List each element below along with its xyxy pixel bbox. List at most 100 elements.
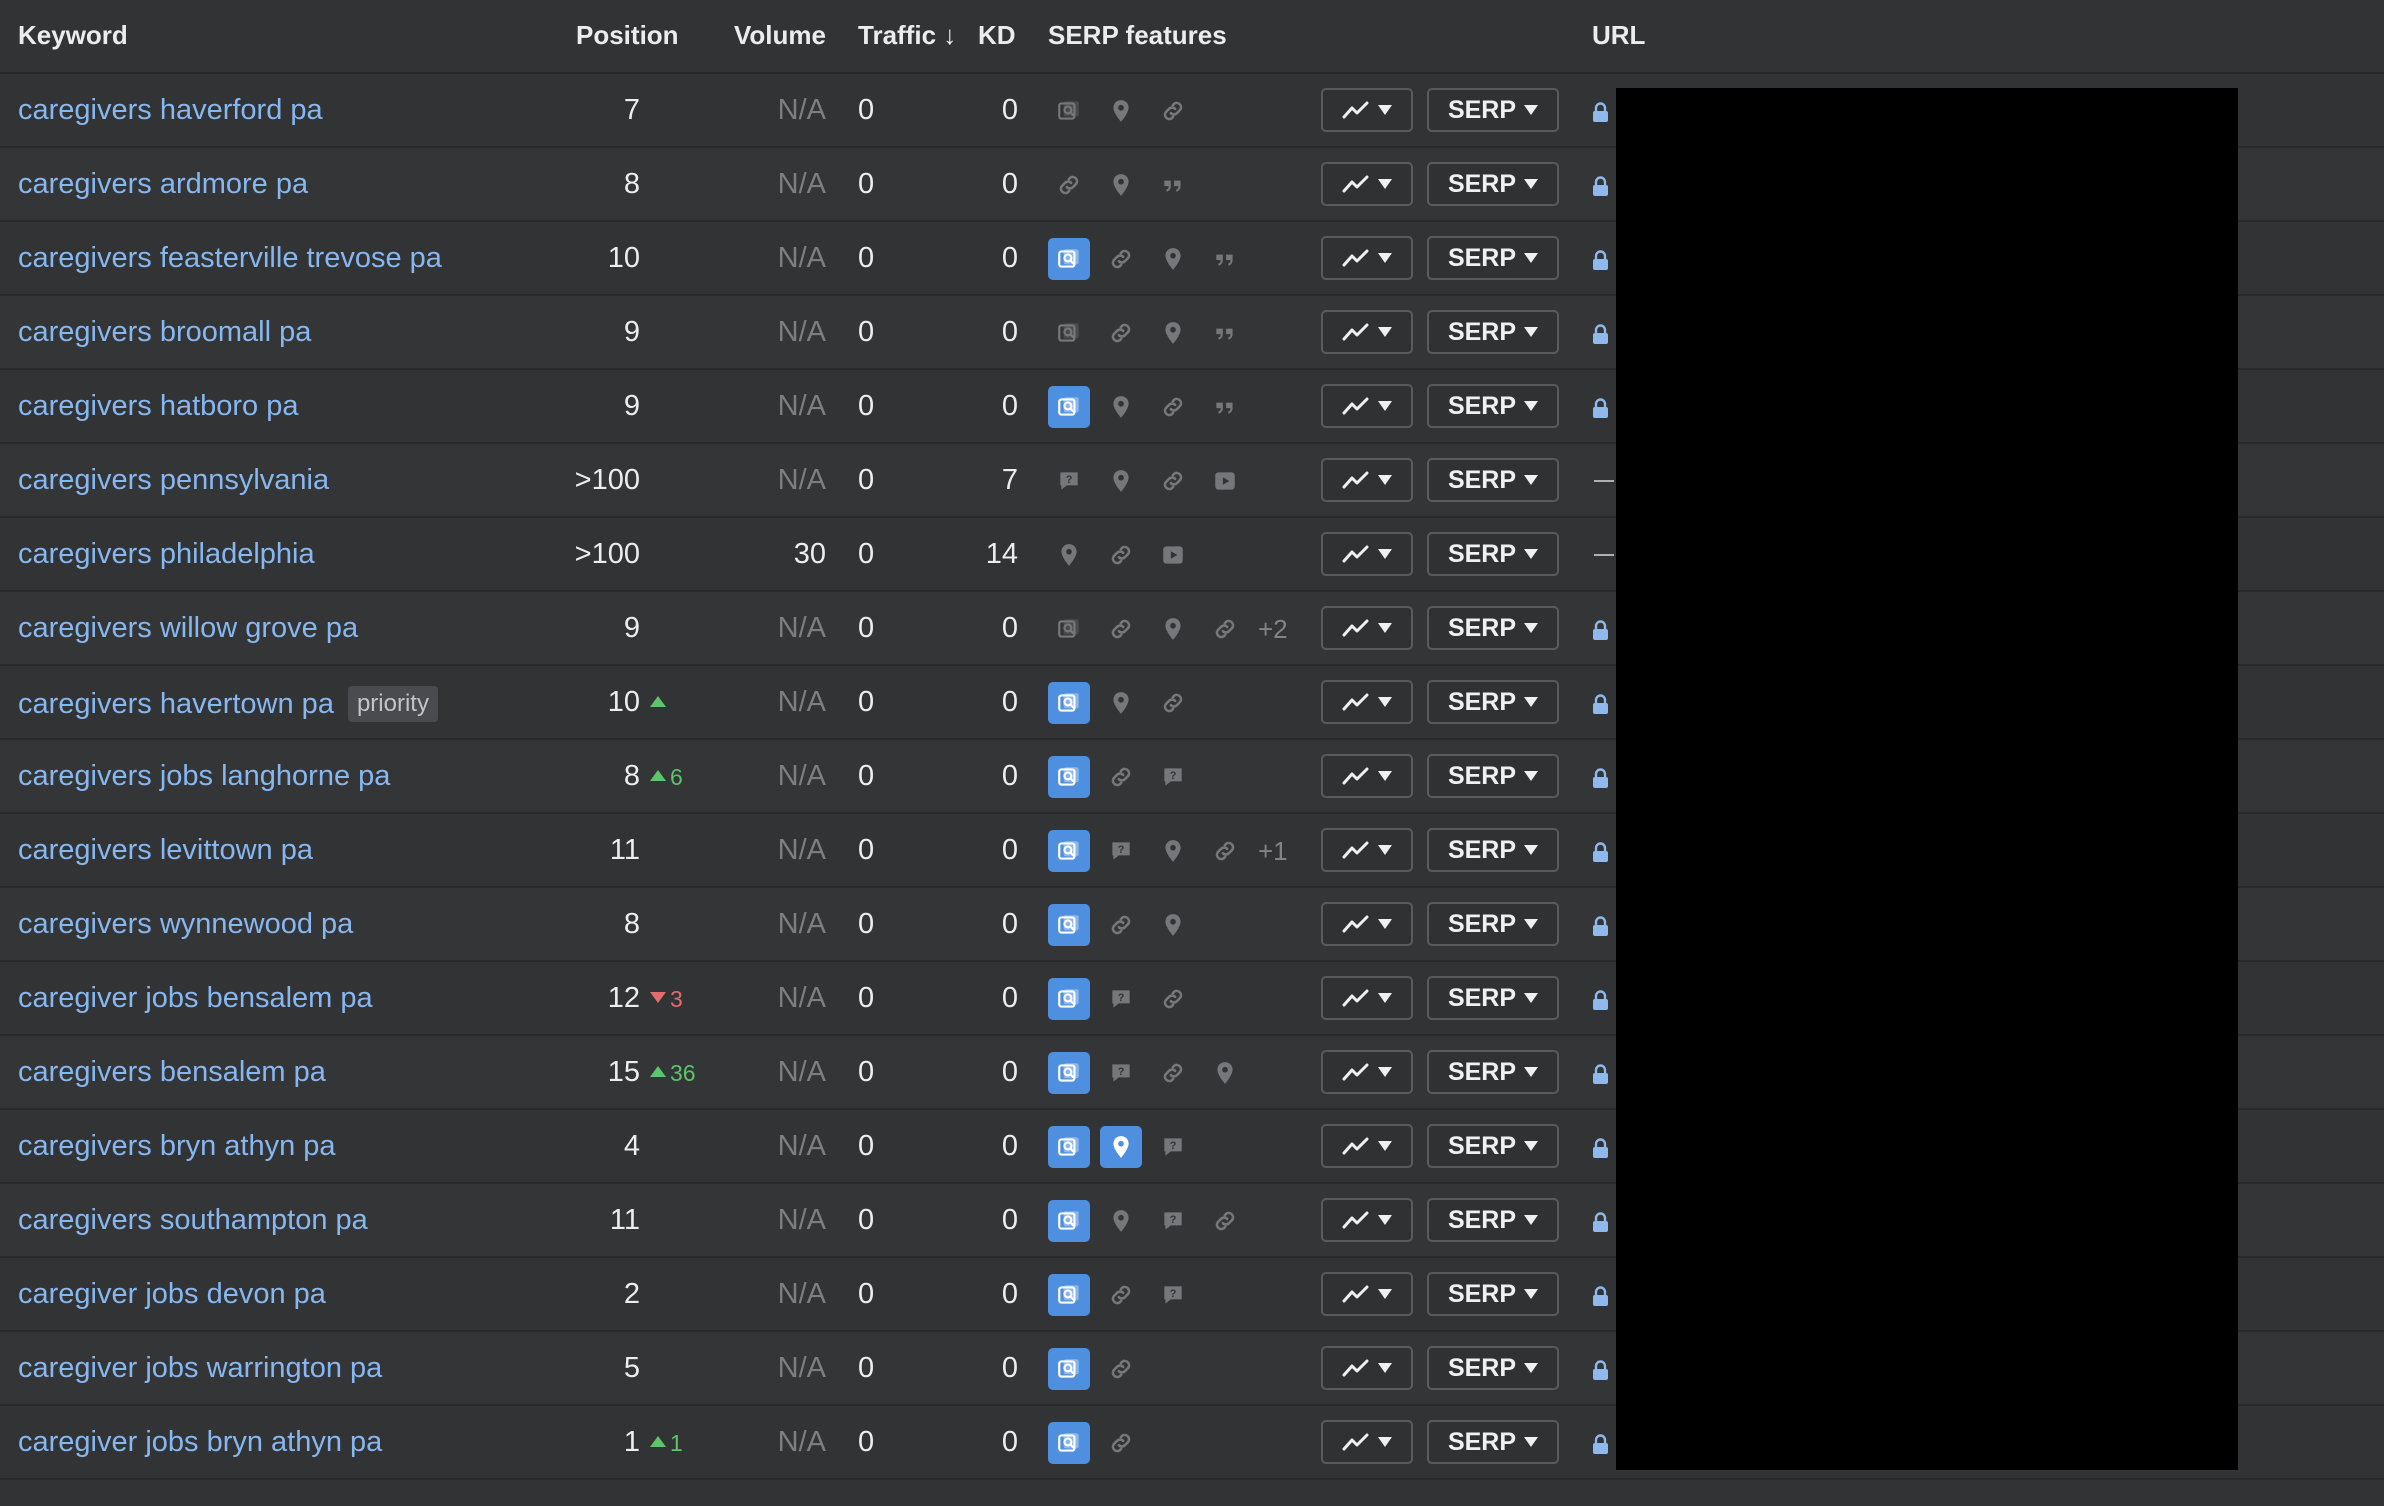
trend-button[interactable] (1321, 976, 1413, 1020)
image-pack-icon[interactable] (1048, 1422, 1090, 1464)
keyword-link[interactable]: caregivers havertown pa priority (18, 686, 438, 722)
image-pack-icon[interactable] (1048, 1200, 1090, 1242)
local-pack-icon[interactable] (1100, 460, 1142, 502)
trend-button[interactable] (1321, 88, 1413, 132)
serp-button[interactable]: SERP (1427, 1420, 1559, 1464)
sitelinks-icon[interactable] (1100, 534, 1142, 576)
image-pack-icon[interactable] (1048, 904, 1090, 946)
keyword-link[interactable]: caregivers bryn athyn pa (18, 1130, 336, 1163)
local-pack-icon[interactable] (1048, 534, 1090, 576)
serp-button[interactable]: SERP (1427, 162, 1559, 206)
trend-button[interactable] (1321, 458, 1413, 502)
serp-button[interactable]: SERP (1427, 384, 1559, 428)
trend-button[interactable] (1321, 384, 1413, 428)
sitelinks-icon[interactable] (1100, 608, 1142, 650)
local-pack-icon[interactable] (1100, 90, 1142, 132)
people-also-ask-icon[interactable]: ? (1152, 1274, 1194, 1316)
trend-button[interactable] (1321, 828, 1413, 872)
sitelinks-icon[interactable] (1204, 830, 1246, 872)
sitelinks-icon[interactable] (1152, 90, 1194, 132)
trend-button[interactable] (1321, 680, 1413, 724)
image-pack-icon[interactable] (1048, 1052, 1090, 1094)
image-pack-icon[interactable] (1048, 312, 1090, 354)
sitelinks-icon[interactable] (1152, 682, 1194, 724)
featured-snippet-icon[interactable] (1152, 164, 1194, 206)
keyword-link[interactable]: caregivers broomall pa (18, 316, 311, 349)
sitelinks-icon[interactable] (1100, 1422, 1142, 1464)
trend-button[interactable] (1321, 1420, 1413, 1464)
sitelinks-icon[interactable] (1152, 386, 1194, 428)
trend-button[interactable] (1321, 236, 1413, 280)
keyword-link[interactable]: caregivers pennsylvania (18, 464, 329, 497)
keyword-link[interactable]: caregivers hatboro pa (18, 390, 299, 423)
image-pack-icon[interactable] (1048, 608, 1090, 650)
local-pack-icon[interactable] (1152, 238, 1194, 280)
image-pack-icon[interactable] (1048, 238, 1090, 280)
keyword-link[interactable]: caregivers haverford pa (18, 94, 323, 127)
more-features[interactable]: +1 (1258, 836, 1288, 867)
image-pack-icon[interactable] (1048, 978, 1090, 1020)
trend-button[interactable] (1321, 1198, 1413, 1242)
serp-button[interactable]: SERP (1427, 828, 1559, 872)
trend-button[interactable] (1321, 310, 1413, 354)
local-pack-icon[interactable] (1100, 682, 1142, 724)
serp-button[interactable]: SERP (1427, 532, 1559, 576)
image-pack-icon[interactable] (1048, 756, 1090, 798)
local-pack-icon[interactable] (1100, 1200, 1142, 1242)
sitelinks-icon[interactable] (1100, 756, 1142, 798)
serp-button[interactable]: SERP (1427, 458, 1559, 502)
keyword-link[interactable]: caregiver jobs bensalem pa (18, 982, 373, 1015)
serp-button[interactable]: SERP (1427, 680, 1559, 724)
serp-button[interactable]: SERP (1427, 976, 1559, 1020)
trend-button[interactable] (1321, 532, 1413, 576)
local-pack-icon[interactable] (1100, 164, 1142, 206)
local-pack-icon[interactable] (1152, 608, 1194, 650)
local-pack-icon[interactable] (1100, 386, 1142, 428)
keyword-link[interactable]: caregiver jobs warrington pa (18, 1352, 382, 1385)
more-features[interactable]: +2 (1258, 614, 1288, 645)
keyword-link[interactable]: caregivers bensalem pa (18, 1056, 326, 1089)
local-pack-icon[interactable] (1100, 1126, 1142, 1168)
keyword-link[interactable]: caregivers levittown pa (18, 834, 313, 867)
serp-button[interactable]: SERP (1427, 1050, 1559, 1094)
trend-button[interactable] (1321, 754, 1413, 798)
sitelinks-icon[interactable] (1100, 904, 1142, 946)
sitelinks-icon[interactable] (1152, 978, 1194, 1020)
people-also-ask-icon[interactable]: ? (1100, 978, 1142, 1020)
keyword-link[interactable]: caregivers feasterville trevose pa (18, 242, 442, 275)
image-pack-icon[interactable] (1048, 1274, 1090, 1316)
column-header-traffic[interactable]: Traffic ↓ (858, 20, 956, 51)
sitelinks-icon[interactable] (1100, 312, 1142, 354)
sitelinks-icon[interactable] (1152, 1052, 1194, 1094)
image-pack-icon[interactable] (1048, 386, 1090, 428)
people-also-ask-icon[interactable]: ? (1152, 1126, 1194, 1168)
people-also-ask-icon[interactable]: ? (1152, 756, 1194, 798)
keyword-link[interactable]: caregiver jobs bryn athyn pa (18, 1426, 382, 1459)
video-icon[interactable] (1204, 460, 1246, 502)
featured-snippet-icon[interactable] (1204, 386, 1246, 428)
image-pack-icon[interactable] (1048, 90, 1090, 132)
serp-button[interactable]: SERP (1427, 1346, 1559, 1390)
column-header-url[interactable]: URL (1592, 20, 1645, 51)
keyword-link[interactable]: caregivers ardmore pa (18, 168, 308, 201)
image-pack-icon[interactable] (1048, 682, 1090, 724)
serp-button[interactable]: SERP (1427, 236, 1559, 280)
keyword-tag[interactable]: priority (347, 686, 438, 722)
image-pack-icon[interactable] (1048, 1126, 1090, 1168)
serp-button[interactable]: SERP (1427, 606, 1559, 650)
trend-button[interactable] (1321, 1124, 1413, 1168)
trend-button[interactable] (1321, 1050, 1413, 1094)
image-pack-icon[interactable] (1048, 830, 1090, 872)
column-header-volume[interactable]: Volume (734, 20, 826, 51)
keyword-link[interactable]: caregivers philadelphia (18, 538, 315, 571)
serp-button[interactable]: SERP (1427, 754, 1559, 798)
local-pack-icon[interactable] (1204, 1052, 1246, 1094)
keyword-link[interactable]: caregivers wynnewood pa (18, 908, 353, 941)
sitelinks-icon[interactable] (1204, 1200, 1246, 1242)
sitelinks-icon[interactable] (1152, 460, 1194, 502)
sitelinks-icon[interactable] (1100, 238, 1142, 280)
column-header-keyword[interactable]: Keyword (18, 20, 128, 51)
column-header-kd[interactable]: KD (978, 20, 1016, 51)
keyword-link[interactable]: caregivers willow grove pa (18, 612, 358, 645)
local-pack-icon[interactable] (1152, 904, 1194, 946)
